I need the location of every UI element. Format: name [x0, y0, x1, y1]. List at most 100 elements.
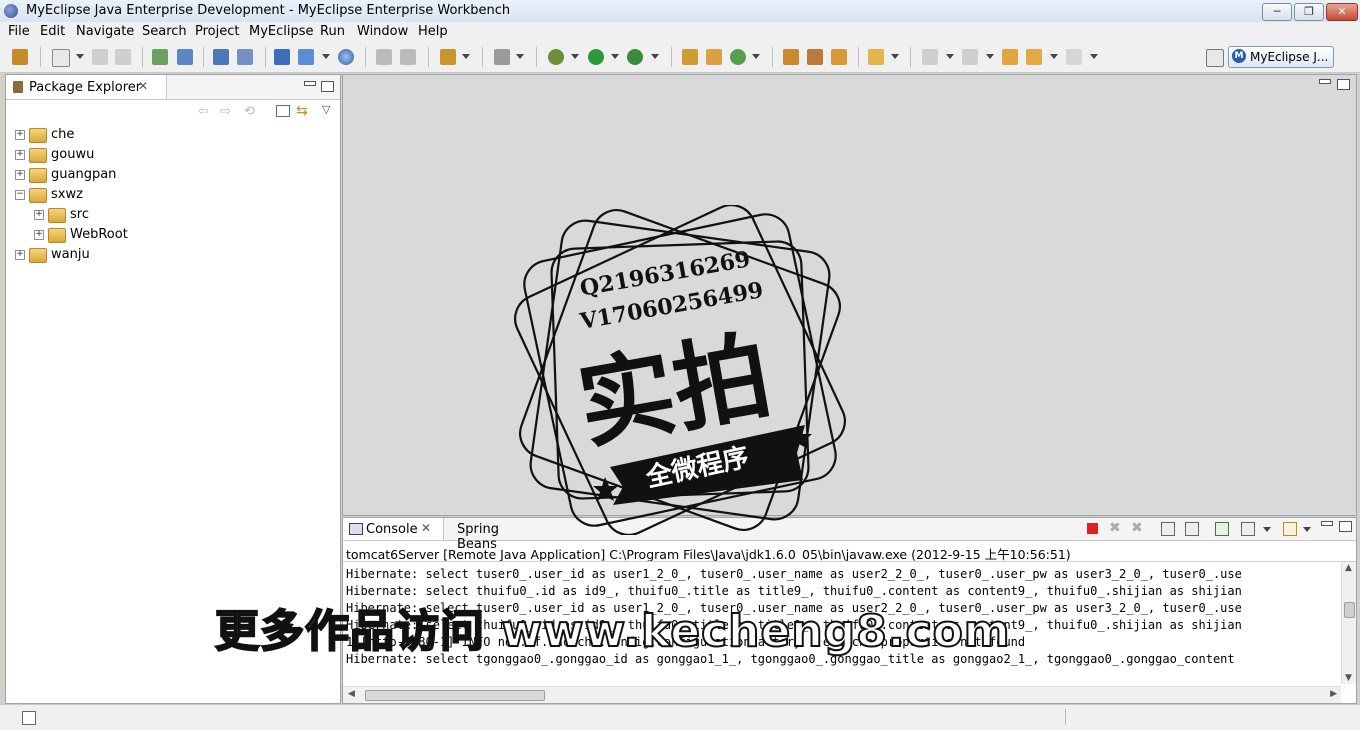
expand-icon[interactable]: +: [34, 230, 44, 240]
console-vertical-scrollbar[interactable]: ▲ ▼: [1341, 562, 1356, 684]
new-class-green-icon[interactable]: [730, 49, 746, 65]
new-icon[interactable]: [52, 49, 70, 67]
prev-annotation-dropdown-icon[interactable]: [986, 54, 994, 59]
link-editor-icon[interactable]: ⇆: [296, 103, 308, 119]
clear-console-icon[interactable]: [1161, 522, 1175, 536]
last-edit-icon[interactable]: [1002, 49, 1018, 65]
external-tools-dropdown-icon[interactable]: [651, 54, 659, 59]
back-icon[interactable]: [1026, 49, 1042, 65]
save-icon[interactable]: [92, 49, 108, 65]
editor-minimize-icon[interactable]: [1319, 79, 1331, 84]
vertical-scroll-thumb[interactable]: [1344, 602, 1355, 618]
open-type-icon[interactable]: [376, 49, 392, 65]
console-minimize-icon[interactable]: [1321, 521, 1333, 526]
wizard-icon[interactable]: [237, 49, 253, 65]
horizontal-scroll-thumb[interactable]: [365, 690, 545, 701]
open-console-dropdown-icon[interactable]: [1303, 527, 1311, 532]
display-console-icon[interactable]: [1241, 522, 1255, 536]
open-folder-icon[interactable]: [783, 49, 799, 65]
next-annotation-icon[interactable]: [922, 49, 938, 65]
forward-arrow-icon[interactable]: ⇨: [220, 104, 231, 119]
maximize-button[interactable]: ❐: [1294, 3, 1324, 21]
search-tool-icon[interactable]: [807, 49, 823, 65]
scroll-lock-icon[interactable]: [1185, 522, 1199, 536]
perspective-myeclipse-button[interactable]: M MyEclipse J...: [1228, 46, 1334, 68]
menu-help[interactable]: Help: [418, 24, 448, 39]
remove-all-icon[interactable]: ✖: [1131, 520, 1143, 536]
web-server-icon[interactable]: [274, 49, 290, 65]
remove-launch-icon[interactable]: ✖: [1109, 520, 1121, 536]
next-annotation-dropdown-icon[interactable]: [946, 54, 954, 59]
new-java-project-icon[interactable]: [682, 49, 698, 65]
menu-edit[interactable]: Edit: [40, 24, 65, 39]
run-server-icon[interactable]: [298, 49, 314, 65]
tasks-icon[interactable]: [831, 49, 847, 65]
back-arrow-icon[interactable]: ⇦: [198, 104, 209, 119]
new-class-green-dropdown-icon[interactable]: [752, 54, 760, 59]
menu-myeclipse[interactable]: MyEclipse: [249, 24, 314, 39]
close-button[interactable]: ✕: [1326, 3, 1358, 21]
folder-nav-dropdown-icon[interactable]: [891, 54, 899, 59]
new-package-icon[interactable]: [706, 49, 722, 65]
up-icon[interactable]: ⟲: [244, 104, 255, 119]
maximize-view-icon[interactable]: [321, 81, 334, 92]
forward-dropdown-icon[interactable]: [1090, 54, 1098, 59]
minimize-view-icon[interactable]: [304, 81, 316, 86]
console-maximize-icon[interactable]: [1339, 521, 1352, 532]
menu-run[interactable]: Run: [320, 24, 345, 39]
run-server-dropdown-icon[interactable]: [322, 54, 330, 59]
package-icon[interactable]: [12, 49, 28, 65]
open-console-icon[interactable]: [1283, 522, 1297, 536]
close-tab-icon[interactable]: ✕: [138, 79, 148, 93]
print-icon[interactable]: [115, 49, 131, 65]
fast-view-icon[interactable]: [22, 711, 36, 725]
new-dropdown-icon[interactable]: [76, 54, 84, 59]
deploy-icon[interactable]: [177, 49, 193, 65]
close-console-icon[interactable]: ✕: [421, 521, 431, 535]
new-class-dropdown-icon[interactable]: [462, 54, 470, 59]
bug-debug-icon[interactable]: [548, 49, 564, 65]
scroll-left-icon[interactable]: ◀: [348, 689, 355, 699]
menu-search[interactable]: Search: [142, 24, 187, 39]
prev-annotation-icon[interactable]: [962, 49, 978, 65]
expand-icon[interactable]: +: [34, 210, 44, 220]
run-dropdown-icon[interactable]: [611, 54, 619, 59]
editor-maximize-icon[interactable]: [1337, 79, 1350, 90]
source-folder-icon: [48, 208, 66, 223]
debug-icon[interactable]: [152, 49, 168, 65]
menu-navigate[interactable]: Navigate: [76, 24, 134, 39]
tab-console[interactable]: Console ✕: [343, 518, 444, 540]
browser-icon[interactable]: [338, 49, 354, 65]
scroll-up-icon[interactable]: ▲: [1345, 563, 1352, 573]
terminate-icon[interactable]: [1087, 523, 1098, 534]
new-class-icon[interactable]: [440, 49, 456, 65]
console-horizontal-scrollbar[interactable]: ◀ ▶: [343, 686, 1341, 703]
display-console-dropdown-icon[interactable]: [1263, 527, 1271, 532]
folder-nav-icon[interactable]: [868, 49, 884, 65]
back-dropdown-icon[interactable]: [1050, 54, 1058, 59]
menu-file[interactable]: File: [8, 24, 30, 39]
debug-dropdown-icon[interactable]: [571, 54, 579, 59]
external-tools-icon[interactable]: [627, 49, 643, 65]
expand-icon[interactable]: +: [15, 250, 25, 260]
camera-icon[interactable]: [494, 49, 510, 65]
server-icon[interactable]: [213, 49, 229, 65]
expand-icon[interactable]: +: [15, 130, 25, 140]
forward-icon[interactable]: [1066, 49, 1082, 65]
camera-dropdown-icon[interactable]: [516, 54, 524, 59]
collapse-all-icon[interactable]: [276, 105, 290, 117]
expand-icon[interactable]: +: [15, 150, 25, 160]
view-menu-icon[interactable]: ▽: [322, 103, 330, 116]
scroll-right-icon[interactable]: ▶: [1330, 689, 1337, 699]
menu-project[interactable]: Project: [195, 24, 239, 39]
menu-window[interactable]: Window: [357, 24, 408, 39]
collapse-icon[interactable]: −: [15, 190, 25, 200]
scroll-down-icon[interactable]: ▼: [1345, 673, 1352, 683]
tab-package-explorer[interactable]: Package Explorer ✕: [6, 75, 167, 99]
expand-icon[interactable]: +: [15, 170, 25, 180]
open-resource-icon[interactable]: [400, 49, 416, 65]
open-perspective-icon[interactable]: [1206, 49, 1224, 67]
run-icon[interactable]: [588, 49, 604, 65]
minimize-button[interactable]: ─: [1262, 3, 1292, 21]
pin-console-icon[interactable]: [1215, 522, 1229, 536]
